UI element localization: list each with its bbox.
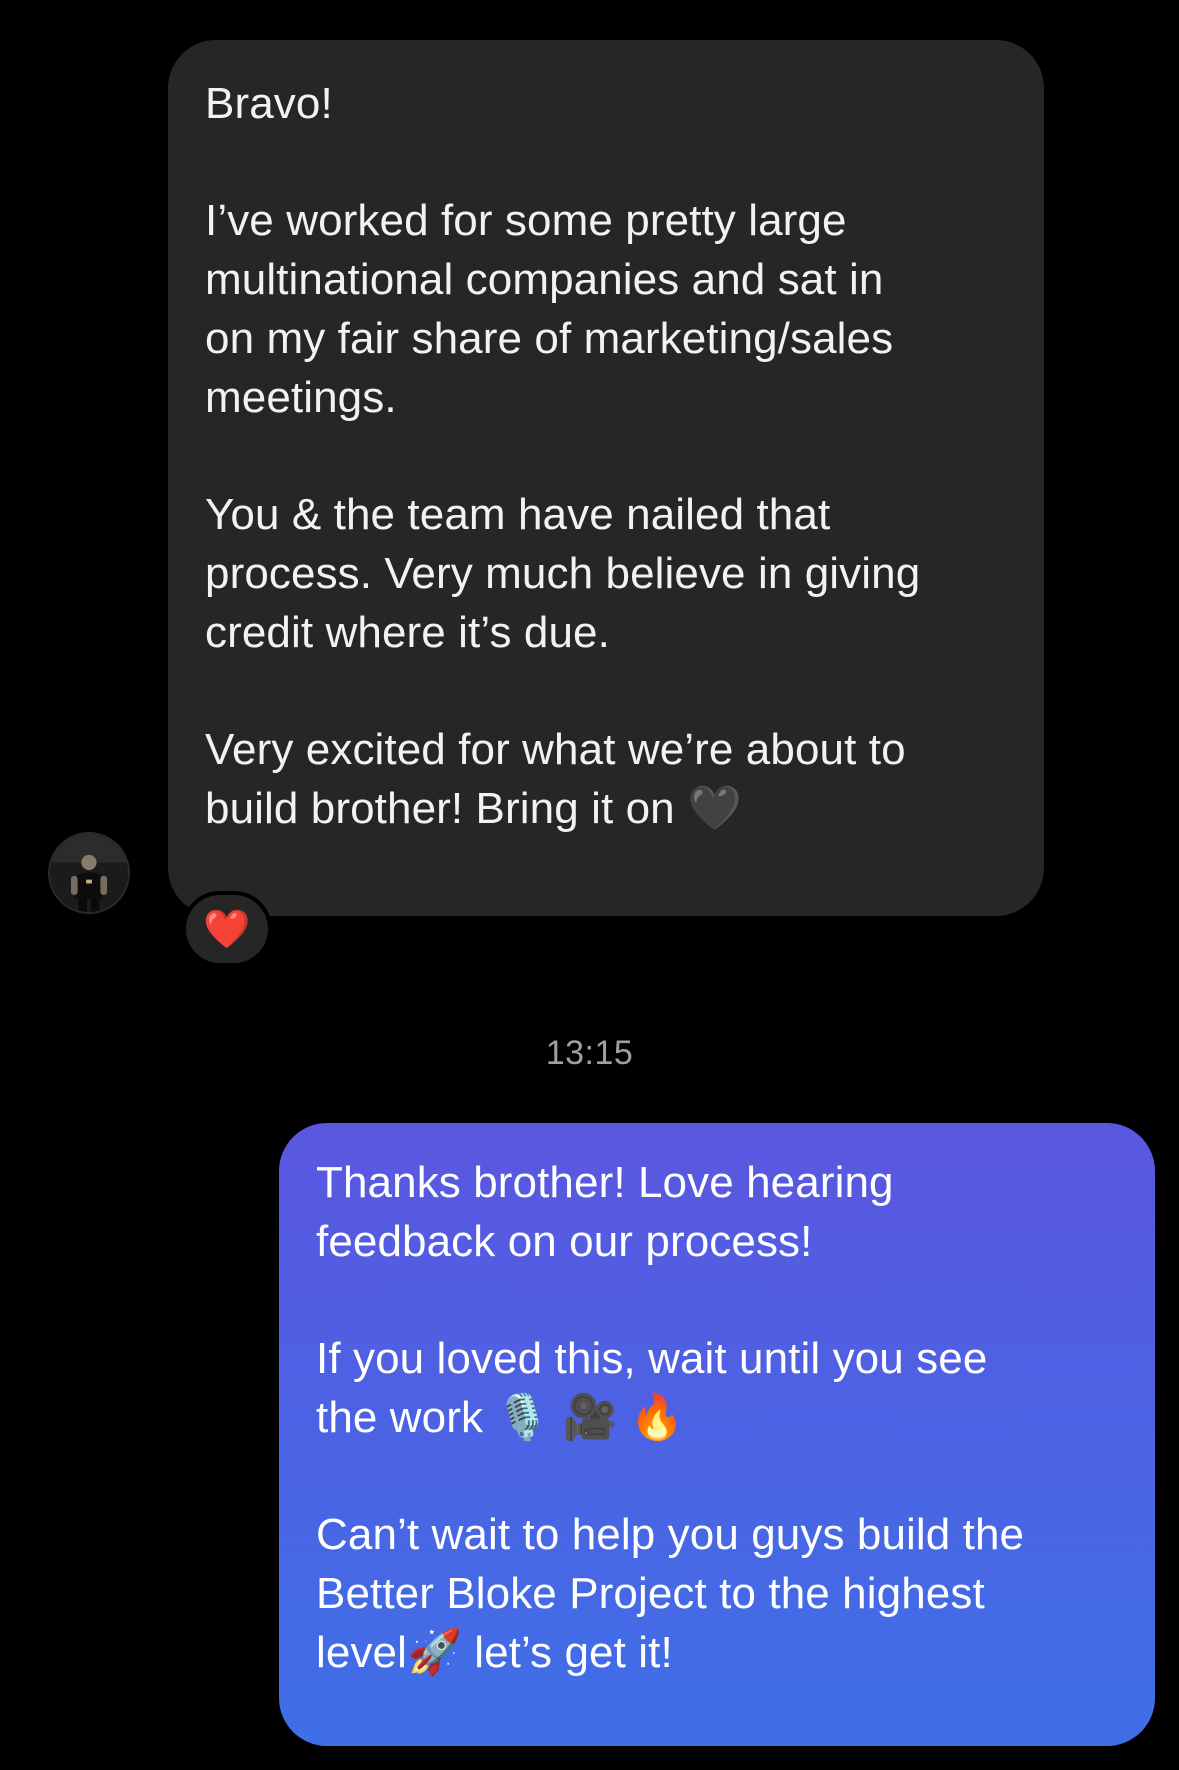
heart-reaction-badge[interactable]: ❤️ [182,891,272,967]
person-avatar-icon [50,834,128,912]
incoming-paragraph-4: Very excited for what we’re about to bui… [205,725,906,833]
sender-avatar[interactable] [48,832,130,914]
heart-icon: ❤️ [203,907,251,951]
message-timestamp: 13:15 [545,1034,634,1072]
incoming-message-bubble[interactable]: Bravo! I’ve worked for some pretty large… [168,40,1044,916]
incoming-paragraph-3: You & the team have nailed that process.… [205,490,921,657]
incoming-paragraph-1: Bravo! [205,79,333,128]
chat-thread: Bravo! I’ve worked for some pretty large… [0,0,1179,1770]
outgoing-paragraph-1: Thanks brother! Love hearing feedback on… [316,1158,894,1266]
outgoing-message-bubble[interactable]: Thanks brother! Love hearing feedback on… [279,1123,1155,1746]
incoming-paragraph-2: I’ve worked for some pretty large multin… [205,196,894,422]
outgoing-paragraph-3: Can’t wait to help you guys build the Be… [316,1510,1025,1677]
outgoing-paragraph-2: If you loved this, wait until you see th… [316,1334,988,1442]
